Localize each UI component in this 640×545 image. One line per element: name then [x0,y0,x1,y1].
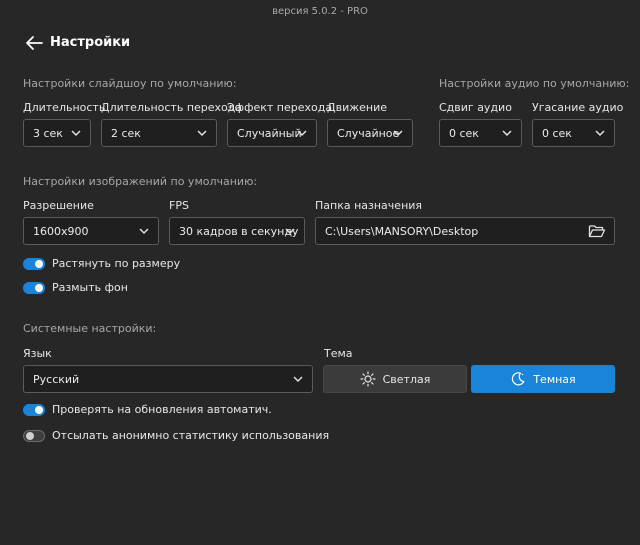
chevron-down-icon [197,130,207,137]
chevron-down-icon [139,228,149,235]
transition-duration-label: Длительность перехода [101,101,243,114]
destination-label: Папка назначения [315,199,423,212]
theme-light-button[interactable]: Светлая [323,365,467,393]
image-section-title: Настройки изображений по умолчанию: [23,175,258,188]
audio-fade-value: 0 сек [542,126,572,140]
auto-update-label: Проверять на обновления автоматич. [52,403,272,416]
transition-effect-label: Эффект перехода [227,101,333,114]
duration-select[interactable]: 3 сек [23,119,91,147]
stats-toggle[interactable] [23,430,45,442]
motion-select[interactable]: Случайное [327,119,413,147]
auto-update-toggle[interactable] [23,404,45,416]
chevron-down-icon [297,130,307,137]
stats-label: Отсылать анонимно статистику использован… [52,429,330,442]
language-value: Русский [33,372,80,386]
transition-effect-select[interactable]: Случайный [227,119,317,147]
moon-icon [512,372,525,386]
fps-value: 30 кадров в секунду [179,224,299,238]
duration-value: 3 сек [33,126,63,140]
sun-icon [360,371,376,387]
motion-value: Случайное [337,126,400,140]
audio-fade-label: Угасание аудио [532,101,624,114]
theme-light-label: Светлая [382,372,431,386]
language-label: Язык [23,347,52,360]
theme-dark-button[interactable]: Темная [471,365,615,393]
toggle-knob [26,432,34,440]
chevron-down-icon [595,130,605,137]
chevron-down-icon [393,130,403,137]
transition-duration-select[interactable]: 2 сек [101,119,217,147]
blur-toggle[interactable] [23,282,45,294]
theme-label: Тема [324,347,353,360]
chevron-down-icon [502,130,512,137]
chevron-down-icon [293,376,303,383]
toggle-knob [35,406,43,414]
audio-shift-value: 0 сек [449,126,479,140]
toggle-knob [35,284,43,292]
theme-dark-label: Темная [533,372,576,386]
fps-label: FPS [169,199,189,212]
resolution-label: Разрешение [23,199,94,212]
destination-field[interactable]: C:\Users\MANSORY\Desktop [315,217,615,245]
audio-shift-select[interactable]: 0 сек [439,119,522,147]
audio-shift-label: Сдвиг аудио [439,101,512,114]
transition-duration-value: 2 сек [111,126,141,140]
audio-fade-select[interactable]: 0 сек [532,119,615,147]
fps-select[interactable]: 30 кадров в секунду [169,217,305,245]
audio-section-title: Настройки аудио по умолчанию: [439,77,630,90]
chevron-down-icon [71,130,81,137]
stretch-toggle[interactable] [23,258,45,270]
blur-label: Размыть фон [52,281,128,294]
chevron-down-icon [285,228,295,235]
motion-label: Движение [327,101,388,114]
language-select[interactable]: Русский [23,365,313,393]
page-title: Настройки [50,35,131,50]
transition-effect-value: Случайный [237,126,302,140]
destination-value: C:\Users\MANSORY\Desktop [325,224,479,238]
arrow-left-icon[interactable] [24,34,44,52]
slideshow-section-title: Настройки слайдшоу по умолчанию: [23,77,237,90]
toggle-knob [35,260,43,268]
system-section-title: Системные настройки: [23,322,157,335]
app-version: версия 5.0.2 - PRO [272,6,368,17]
folder-open-icon[interactable] [588,223,606,239]
resolution-select[interactable]: 1600x900 [23,217,159,245]
resolution-value: 1600x900 [33,224,89,238]
duration-label: Длительность [23,101,106,114]
stretch-label: Растянуть по размеру [52,257,181,270]
